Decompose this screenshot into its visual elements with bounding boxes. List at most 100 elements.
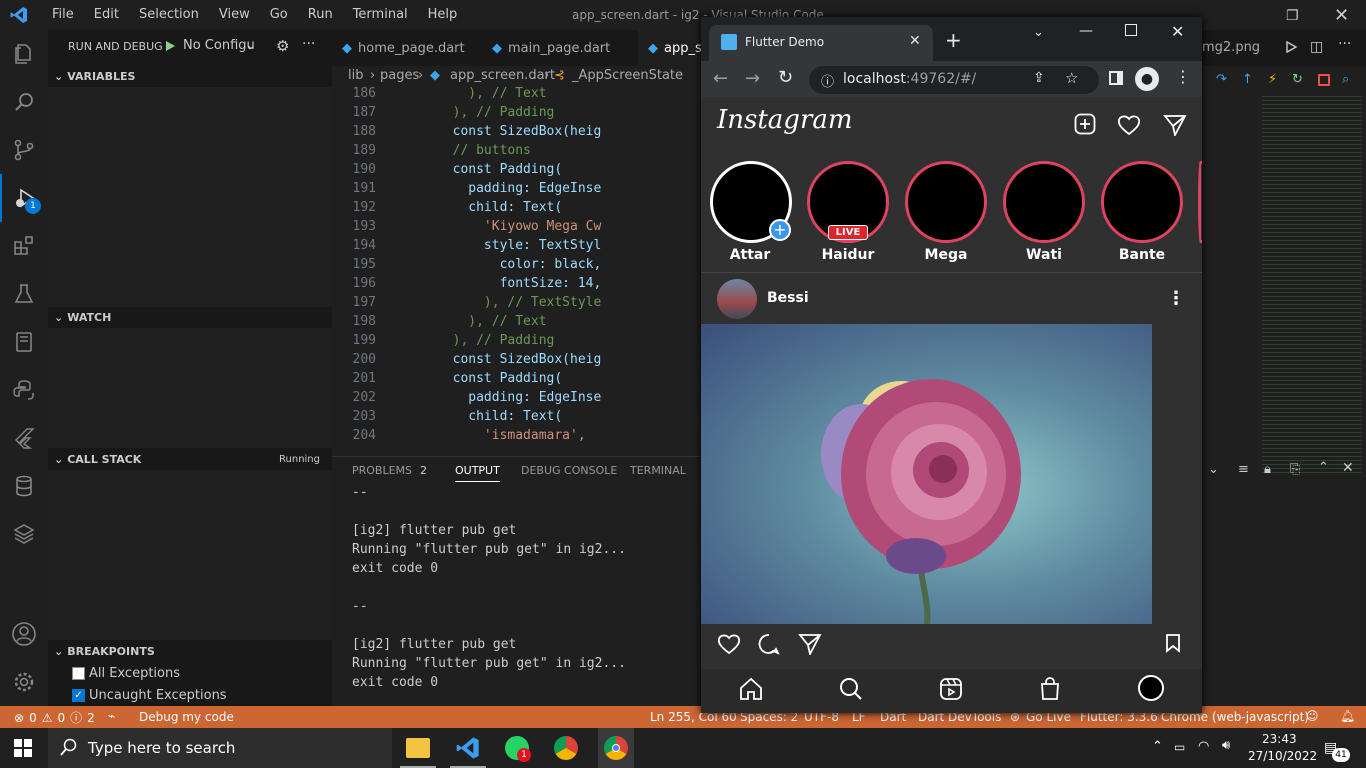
split-editor-icon[interactable]: ◫ [1310, 39, 1323, 55]
site-info-icon[interactable]: ⓘ [821, 71, 834, 90]
maximize-icon[interactable] [1125, 24, 1137, 36]
story-avatar[interactable] [905, 161, 987, 243]
explorer-icon[interactable] [0, 30, 48, 78]
battery-icon[interactable]: ▭ [1174, 740, 1185, 754]
code-line[interactable]: 186 ), // Text [332, 86, 702, 105]
comment-icon[interactable] [758, 633, 780, 655]
step-over-icon[interactable]: ↷ [1216, 72, 1227, 87]
code-line[interactable]: 194 style: TextStyl [332, 238, 702, 257]
tab-problems[interactable]: PROBLEMS [352, 464, 412, 477]
menu-go[interactable]: Go [260, 7, 298, 22]
step-out-icon[interactable]: ↑ [1242, 72, 1253, 87]
wifi-icon[interactable]: ◠ [1198, 739, 1209, 754]
settings-gear-icon[interactable] [0, 658, 48, 706]
profile-icon[interactable]: ● [1135, 67, 1159, 91]
code-line[interactable]: 198 ), // Text [332, 314, 702, 333]
chevron-down-icon[interactable]: ⌄ [246, 38, 256, 52]
code-line[interactable]: 188 const SizedBox(heig [332, 124, 702, 143]
flutter-icon[interactable] [0, 414, 48, 462]
search-icon[interactable] [0, 78, 48, 126]
breakpoint-uncaught-exceptions[interactable]: ✓ Uncaught Exceptions [72, 688, 227, 703]
tab-image-file[interactable]: mg2.png [1202, 40, 1260, 55]
source-control-icon[interactable] [0, 126, 48, 174]
minimap[interactable] [1262, 96, 1362, 476]
add-story-icon[interactable]: + [769, 219, 791, 241]
clock-time[interactable]: 23:43 [1262, 732, 1297, 746]
code-line[interactable]: 192 child: Text( [332, 200, 702, 219]
run-icon[interactable] [1284, 40, 1298, 54]
code-line[interactable]: 196 fontSize: 14, [332, 276, 702, 295]
database-icon[interactable] [0, 462, 48, 510]
debug-session-label[interactable]: Debug my code [139, 710, 234, 724]
more-actions-icon[interactable]: ··· [1338, 36, 1351, 52]
problems-status[interactable]: ⊗ 0 ⚠ 0 ⓘ 2 [14, 709, 95, 726]
code-line[interactable]: 199 ), // Padding [332, 333, 702, 352]
account-icon[interactable] [0, 610, 48, 658]
post-user-avatar[interactable] [717, 279, 757, 319]
breadcrumb-lib[interactable]: lib [348, 68, 363, 83]
chrome-menu-icon[interactable]: ⋮ [1175, 67, 1191, 86]
code-line[interactable]: 201 const Padding( [332, 371, 702, 390]
menu-view[interactable]: View [209, 7, 260, 22]
bookmark-star-icon[interactable]: ☆ [1065, 69, 1078, 87]
hot-reload-icon[interactable]: ⚡ [1268, 72, 1277, 87]
more-actions-icon[interactable]: ··· [302, 36, 315, 52]
lock-icon[interactable]: 🔒︎ [1264, 462, 1271, 477]
tab-main-page[interactable]: ◆ main_page.dart [482, 30, 638, 66]
tab-home-page[interactable]: ◆ home_page.dart [332, 30, 482, 66]
chevron-down-icon[interactable]: ⌄ [1033, 25, 1044, 40]
start-debug-icon[interactable] [164, 40, 176, 52]
minimize-icon[interactable]: — [1079, 23, 1093, 39]
watch-header[interactable]: ⌄ WATCH [48, 306, 332, 328]
home-icon[interactable] [738, 677, 764, 701]
code-line[interactable]: 189 // buttons [332, 143, 702, 162]
chrome-icon[interactable] [554, 736, 578, 760]
close-panel-icon[interactable]: ✕ [1342, 460, 1354, 476]
back-arrow-icon[interactable]: ← [713, 68, 728, 89]
breakpoints-header[interactable]: ⌄ BREAKPOINTS [48, 640, 332, 662]
side-panel-icon[interactable] [1109, 71, 1123, 85]
breadcrumb-class[interactable]: _AppScreenState [572, 68, 683, 83]
reels-icon[interactable] [939, 677, 963, 701]
code-line[interactable]: 193 'Kiyowo Mega Cw [332, 219, 702, 238]
chevron-down-icon[interactable]: ⌄ [1208, 462, 1219, 477]
code-line[interactable]: 202 padding: EdgeInse [332, 390, 702, 409]
address-bar[interactable]: ⓘ localhost:49762/#/ ⇪ ☆ [809, 66, 1099, 94]
new-tab-icon[interactable]: + [945, 28, 962, 52]
checkbox-checked[interactable]: ✓ [72, 689, 85, 702]
menu-selection[interactable]: Selection [129, 7, 209, 22]
code-line[interactable]: 204 'ismadamara', [332, 428, 702, 447]
search-icon[interactable] [839, 677, 863, 701]
close-window-icon[interactable]: ✕ [1171, 22, 1184, 41]
clock-date[interactable]: 27/10/2022 [1248, 749, 1317, 763]
tab-debug-console[interactable]: DEBUG CONSOLE [521, 464, 617, 477]
volume-icon[interactable]: 🔊︎ [1222, 738, 1230, 753]
story-avatar[interactable] [1003, 161, 1085, 243]
tab-output[interactable]: OUTPUT [455, 464, 500, 482]
maximize-panel-icon[interactable]: ⌃ [1318, 460, 1329, 475]
shop-bag-icon[interactable] [1039, 677, 1061, 701]
restore-icon[interactable]: ❐ [1286, 8, 1299, 24]
testing-icon[interactable] [0, 270, 48, 318]
remote-explorer-icon[interactable] [0, 318, 48, 366]
forward-arrow-icon[interactable]: → [745, 68, 760, 89]
menu-edit[interactable]: Edit [84, 7, 129, 22]
close-tab-icon[interactable]: ✕ [909, 33, 921, 49]
heart-icon[interactable] [1117, 114, 1141, 136]
checkbox[interactable] [72, 667, 85, 680]
tab-terminal[interactable]: TERMINAL [630, 464, 686, 477]
post-options-icon[interactable]: ⋮ [1167, 288, 1185, 309]
file-explorer-icon[interactable] [406, 738, 430, 758]
variables-header[interactable]: ⌄ VARIABLES [48, 65, 332, 87]
post-image[interactable] [701, 324, 1152, 624]
inspect-icon[interactable]: ⌕ [1342, 72, 1349, 87]
debug-settings-icon[interactable]: ⚙ [276, 37, 289, 55]
code-line[interactable]: 191 padding: EdgeInse [332, 181, 702, 200]
chevron-up-icon[interactable]: ⌃ [1152, 739, 1163, 754]
menu-terminal[interactable]: Terminal [343, 7, 418, 22]
taskbar-search-box[interactable]: Type here to search [48, 728, 392, 768]
restart-icon[interactable]: ↻ [1292, 72, 1303, 87]
code-line[interactable]: 187 ), // Padding [332, 105, 702, 124]
layers-icon[interactable] [0, 510, 48, 558]
save-bookmark-icon[interactable] [1165, 633, 1181, 653]
